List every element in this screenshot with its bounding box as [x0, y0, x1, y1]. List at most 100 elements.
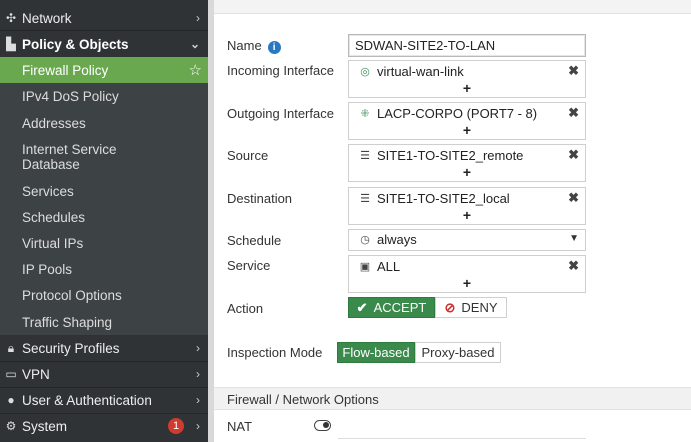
divider — [0, 387, 208, 388]
name-input[interactable] — [348, 34, 586, 57]
chevron-right-icon: › — [196, 419, 200, 433]
network-icon: ✣ — [5, 11, 17, 25]
service-value: ALL — [377, 259, 401, 274]
incoming-interface-entry: ◎ virtual-wan-link — [357, 64, 464, 79]
sidebar-item-label: Virtual IPs — [22, 235, 84, 251]
nav-network[interactable]: ✣ Network › — [0, 8, 208, 28]
divider — [0, 413, 208, 414]
schedule-entry: ◷ always — [357, 232, 417, 247]
nav-security-profiles-label: Security Profiles — [22, 340, 120, 356]
nat-toggle[interactable] — [314, 420, 331, 431]
sidebar-item-ipv4-dos-policy[interactable]: IPv4 DoS Policy — [0, 83, 208, 110]
remove-icon[interactable]: ✖ — [568, 63, 579, 79]
chevron-down-icon: ⌄ — [189, 37, 200, 51]
outgoing-interface-entry: ⁜ LACP-CORPO (PORT7 - 8) — [357, 106, 537, 121]
service-icon: ▣ — [359, 261, 371, 273]
inspection-mode-label: Inspection Mode — [227, 345, 323, 360]
remove-icon[interactable]: ✖ — [568, 190, 579, 206]
info-icon[interactable]: i — [267, 41, 281, 54]
sidebar-item-traffic-shaping[interactable]: Traffic Shaping — [0, 309, 208, 335]
sidebar-item-ip-pools[interactable]: IP Pools — [0, 256, 208, 282]
schedule-label: Schedule — [227, 233, 282, 248]
section-header: Firewall / Network Options — [214, 387, 691, 410]
deny-icon: ⊘ — [444, 299, 456, 315]
deny-label: DENY — [461, 300, 498, 315]
sidebar-item-label: Protocol Options — [22, 288, 122, 303]
divider — [338, 438, 586, 439]
outgoing-interface-value: LACP-CORPO (PORT7 - 8) — [377, 106, 538, 121]
sidebar-item-label: IPv4 DoS Policy — [22, 89, 119, 104]
sidebar-item-protocol-options[interactable]: Protocol Options — [0, 282, 208, 309]
gear-icon: ⚙ — [5, 419, 17, 433]
sidebar-item-schedules[interactable]: Schedules — [0, 204, 208, 230]
incoming-interface-field[interactable]: ◎ virtual-wan-link ✖ + — [348, 60, 586, 98]
chevron-right-icon: › — [196, 341, 200, 355]
policy-form: Namei Incoming Interface ◎ virtual-wan-l… — [214, 0, 691, 442]
nav-system[interactable]: ⚙ System 1 › — [0, 415, 208, 437]
schedule-select[interactable]: ◷ always ▼ — [348, 229, 586, 251]
sidebar-item-firewall-policy[interactable]: Firewall Policy ☆ — [0, 57, 208, 83]
outgoing-interface-field[interactable]: ⁜ LACP-CORPO (PORT7 - 8) ✖ + — [348, 102, 586, 140]
add-icon[interactable]: + — [349, 164, 585, 180]
notification-badge: 1 — [168, 418, 184, 434]
lock-icon: 🔒︎ — [7, 340, 15, 355]
nav-vpn-label: VPN — [22, 366, 50, 382]
schedule-icon: ◷ — [360, 234, 370, 246]
sidebar-item-label: Traffic Shaping — [22, 314, 113, 330]
chevron-right-icon: › — [196, 393, 200, 407]
outgoing-interface-label: Outgoing Interface — [227, 106, 334, 121]
chevron-right-icon: › — [196, 367, 200, 381]
sidebar-item-addresses[interactable]: Addresses — [0, 110, 208, 137]
sidebar: ✣ Network › ▙ Policy & Objects ⌄ Firewal… — [0, 0, 208, 442]
check-icon: ✔ — [356, 299, 368, 315]
nav-policy-objects-label: Policy & Objects — [22, 36, 129, 52]
nav-policy-objects[interactable]: ▙ Policy & Objects ⌄ — [0, 33, 208, 55]
flow-based-button[interactable]: Flow-based — [337, 342, 415, 363]
aggregate-interface-icon: ⁜ — [360, 108, 370, 120]
incoming-interface-value: virtual-wan-link — [377, 64, 464, 79]
add-icon[interactable]: + — [349, 207, 585, 223]
name-label-row: Name i — [227, 38, 281, 54]
sidebar-item-label: IP Pools — [22, 261, 73, 277]
sidebar-item-virtual-ips[interactable]: Virtual IPs — [0, 230, 208, 256]
divider — [0, 30, 208, 31]
remove-icon[interactable]: ✖ — [568, 105, 579, 121]
add-icon[interactable]: + — [349, 80, 585, 96]
monitor-icon: ▭ — [5, 367, 17, 381]
address-group-icon: ☰ — [360, 150, 370, 162]
caret-down-icon: ▼ — [569, 233, 579, 244]
source-label: Source — [227, 148, 269, 163]
add-icon[interactable]: + — [349, 122, 585, 138]
nav-vpn[interactable]: ▭ VPN › — [0, 363, 208, 385]
remove-icon[interactable]: ✖ — [568, 147, 579, 163]
destination-label: Destination — [227, 191, 293, 206]
nav-security-profiles[interactable]: 🔒︎ Security Profiles › — [0, 337, 208, 359]
sidebar-item-services[interactable]: Services — [0, 178, 208, 204]
destination-entry: ☰ SITE1-TO-SITE2_local — [357, 191, 510, 206]
add-icon[interactable]: + — [349, 275, 585, 291]
star-icon[interactable]: ☆ — [189, 61, 202, 79]
service-field[interactable]: ▣ ALL ✖ + — [348, 255, 586, 293]
service-label: Service — [227, 258, 271, 273]
policy-objects-icon: ▙ — [6, 37, 16, 51]
remove-icon[interactable]: ✖ — [568, 258, 579, 274]
destination-field[interactable]: ☰ SITE1-TO-SITE2_local ✖ + — [348, 187, 586, 225]
deny-button[interactable]: ⊘ DENY — [435, 297, 507, 318]
sidebar-item-label: Services — [22, 183, 74, 199]
nav-network-label: Network — [22, 10, 72, 26]
proxy-based-button[interactable]: Proxy-based — [415, 342, 501, 363]
divider — [0, 361, 208, 362]
nav-system-label: System — [22, 418, 68, 434]
accept-button[interactable]: ✔ ACCEPT — [348, 297, 435, 318]
nav-user-auth-label: User & Authentication — [22, 392, 152, 408]
schedule-value: always — [377, 232, 417, 247]
action-label: Action — [227, 301, 264, 316]
source-value: SITE1-TO-SITE2_remote — [377, 148, 524, 163]
source-field[interactable]: ☰ SITE1-TO-SITE2_remote ✖ + — [348, 144, 586, 182]
nat-label: NAT — [227, 419, 253, 434]
sidebar-item-label: Schedules — [22, 209, 86, 225]
accept-label: ACCEPT — [373, 300, 427, 315]
sidebar-item-internet-service-database[interactable]: Internet Service Database — [0, 137, 208, 178]
sdwan-icon: ◎ — [360, 66, 370, 78]
nav-user-authentication[interactable]: ● User & Authentication › — [0, 389, 208, 411]
